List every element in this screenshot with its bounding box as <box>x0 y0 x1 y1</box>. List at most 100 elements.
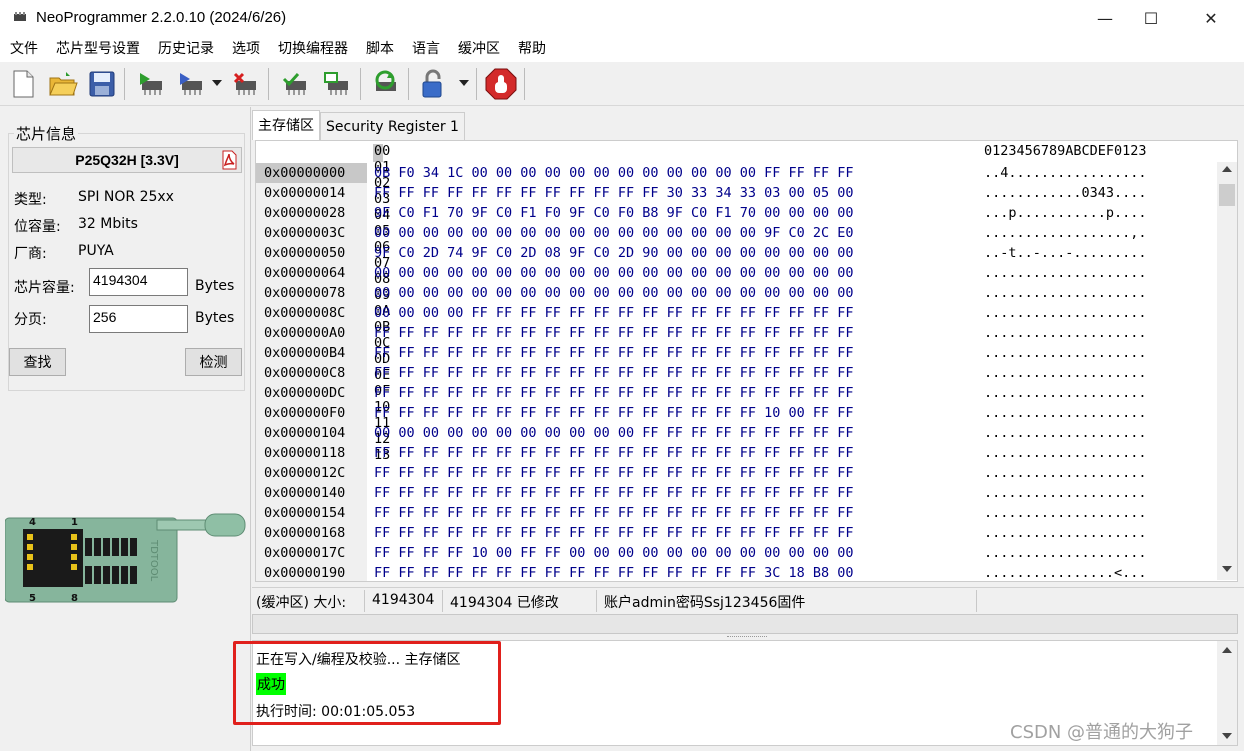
tab-main-memory[interactable]: 主存储区 <box>252 110 320 140</box>
hex-row[interactable]: 0x0000008C 00 00 00 00 FF FF FF FF FF FF … <box>256 303 1216 323</box>
hex-row-ascii[interactable]: ............0343.... <box>984 183 1147 203</box>
chip-size-field[interactable]: 4194304 <box>89 268 188 296</box>
write-chip-icon[interactable] <box>174 67 208 101</box>
hex-row-bytes[interactable]: 9F C0 F1 70 9F C0 F1 F0 9F C0 F0 B8 9F C… <box>374 203 854 223</box>
hex-row-bytes[interactable]: FF FF FF FF FF FF FF FF FF FF FF FF FF F… <box>374 343 854 363</box>
hex-row-ascii[interactable]: .................... <box>984 543 1147 563</box>
hex-row-bytes[interactable]: FF FF FF FF FF FF FF FF FF FF FF FF FF F… <box>374 463 854 483</box>
hex-row-bytes[interactable]: FF FF FF FF FF FF FF FF FF FF FF FF FF F… <box>374 403 854 423</box>
menu-options[interactable]: 选项 <box>223 36 269 62</box>
hex-row-ascii[interactable]: .................... <box>984 383 1147 403</box>
pdf-icon[interactable] <box>220 150 238 170</box>
hex-row-bytes[interactable]: 00 00 00 00 FF FF FF FF FF FF FF FF FF F… <box>374 303 854 323</box>
menu-language[interactable]: 语言 <box>403 36 449 62</box>
find-button[interactable]: 查找 <box>9 348 66 376</box>
scroll-up-icon[interactable] <box>1222 166 1232 172</box>
write-dropdown-icon[interactable] <box>212 80 222 86</box>
hex-row-ascii[interactable]: .................... <box>984 323 1147 343</box>
hex-row[interactable]: 0x0000003C 00 00 00 00 00 00 00 00 00 00 … <box>256 223 1216 243</box>
hex-row[interactable]: 0x000000A0 FF FF FF FF FF FF FF FF FF FF … <box>256 323 1216 343</box>
hex-row-ascii[interactable]: .................... <box>984 523 1147 543</box>
scroll-up-icon[interactable] <box>1222 647 1232 653</box>
menu-file[interactable]: 文件 <box>0 36 47 62</box>
hex-row-bytes[interactable]: 00 00 00 00 00 00 00 00 00 00 00 00 00 0… <box>374 263 854 283</box>
hex-row-bytes[interactable]: FF FF FF FF FF FF FF FF FF FF FF FF FF F… <box>374 503 854 523</box>
erase-chip-icon[interactable] <box>228 67 262 101</box>
hex-row[interactable]: 0x0000017C FF FF FF FF 10 00 FF FF 00 00 … <box>256 543 1216 563</box>
splitter-grip[interactable] <box>727 636 767 639</box>
hex-row-bytes[interactable]: 00 00 00 00 00 00 00 00 00 00 00 FF FF F… <box>374 423 854 443</box>
tab-security-register[interactable]: Security Register 1 <box>320 112 465 140</box>
hex-row-bytes[interactable]: FF FF FF FF FF FF FF FF FF FF FF FF FF F… <box>374 443 854 463</box>
hex-row-ascii[interactable]: .................... <box>984 403 1147 423</box>
hex-row-bytes[interactable]: 0B F0 34 1C 00 00 00 00 00 00 00 00 00 0… <box>374 163 854 183</box>
new-file-icon[interactable] <box>6 67 40 101</box>
hex-row[interactable]: 0x000000C8 FF FF FF FF FF FF FF FF FF FF … <box>256 363 1216 383</box>
hex-row-ascii[interactable]: .................... <box>984 443 1147 463</box>
lock-icon[interactable] <box>416 67 450 101</box>
scroll-thumb[interactable] <box>1219 184 1235 206</box>
hex-row[interactable]: 0x00000104 00 00 00 00 00 00 00 00 00 00 … <box>256 423 1216 443</box>
scroll-down-icon[interactable] <box>1222 566 1232 572</box>
hex-row-bytes[interactable]: FF FF FF FF FF FF FF FF FF FF FF FF 30 3… <box>374 183 854 203</box>
hex-row[interactable]: 0x00000190 FF FF FF FF FF FF FF FF FF FF … <box>256 563 1216 581</box>
maximize-button[interactable]: ☐ <box>1128 0 1174 36</box>
hex-row-ascii[interactable]: .................... <box>984 483 1147 503</box>
hex-row[interactable]: 0x00000154 FF FF FF FF FF FF FF FF FF FF … <box>256 503 1216 523</box>
hex-row-ascii[interactable]: .................... <box>984 503 1147 523</box>
verify-icon[interactable] <box>278 67 312 101</box>
scroll-down-icon[interactable] <box>1222 733 1232 739</box>
hex-row-ascii[interactable]: .................... <box>984 343 1147 363</box>
hex-row-ascii[interactable]: .................... <box>984 423 1147 443</box>
hex-row-bytes[interactable]: FF FF FF FF FF FF FF FF FF FF FF FF FF F… <box>374 323 854 343</box>
hex-row-ascii[interactable]: ..4................. <box>984 163 1147 183</box>
hex-row-bytes[interactable]: 00 00 00 00 00 00 00 00 00 00 00 00 00 0… <box>374 223 854 243</box>
menu-chip-model[interactable]: 芯片型号设置 <box>47 36 149 62</box>
minimize-button[interactable]: — <box>1082 0 1128 36</box>
hex-row[interactable]: 0x000000DC FF FF FF FF FF FF FF FF FF FF … <box>256 383 1216 403</box>
hex-row[interactable]: 0x00000078 00 00 00 00 00 00 00 00 00 00 … <box>256 283 1216 303</box>
hex-row-ascii[interactable]: .................... <box>984 283 1147 303</box>
hex-row[interactable]: 0x00000064 00 00 00 00 00 00 00 00 00 00 … <box>256 263 1216 283</box>
log-scrollbar[interactable] <box>1217 641 1237 745</box>
hex-row[interactable]: 0x00000000 0B F0 34 1C 00 00 00 00 00 00 … <box>256 163 1216 183</box>
hex-scrollbar[interactable] <box>1217 162 1237 580</box>
open-folder-icon[interactable] <box>46 67 80 101</box>
hex-row[interactable]: 0x000000B4 FF FF FF FF FF FF FF FF FF FF … <box>256 343 1216 363</box>
blank-check-icon[interactable] <box>320 67 354 101</box>
hex-row[interactable]: 0x00000118 FF FF FF FF FF FF FF FF FF FF … <box>256 443 1216 463</box>
hex-row-ascii[interactable]: ..-t..-...-......... <box>984 243 1147 263</box>
hex-row-ascii[interactable]: .................... <box>984 363 1147 383</box>
hex-row-ascii[interactable]: .................... <box>984 463 1147 483</box>
detect-button[interactable]: 检测 <box>185 348 242 376</box>
hex-editor[interactable]: 00 01 02 03 04 05 06 07 08 09 0A 0B 0C 0… <box>255 140 1238 582</box>
hex-row-bytes[interactable]: 00 00 00 00 00 00 00 00 00 00 00 00 00 0… <box>374 283 854 303</box>
hex-row[interactable]: 0x00000014 FF FF FF FF FF FF FF FF FF FF … <box>256 183 1216 203</box>
hex-row[interactable]: 0x00000050 9F C0 2D 74 9F C0 2D 08 9F C0 … <box>256 243 1216 263</box>
save-icon[interactable] <box>85 67 119 101</box>
hex-row[interactable]: 0x0000012C FF FF FF FF FF FF FF FF FF FF … <box>256 463 1216 483</box>
close-button[interactable]: ✕ <box>1188 0 1234 36</box>
menu-help[interactable]: 帮助 <box>509 36 555 62</box>
hex-row-ascii[interactable]: ..................,. <box>984 223 1147 243</box>
hex-row-bytes[interactable]: FF FF FF FF FF FF FF FF FF FF FF FF FF F… <box>374 383 854 403</box>
page-size-field[interactable]: 256 <box>89 305 188 333</box>
hex-row[interactable]: 0x00000168 FF FF FF FF FF FF FF FF FF FF … <box>256 523 1216 543</box>
hex-row[interactable]: 0x000000F0 FF FF FF FF FF FF FF FF FF FF … <box>256 403 1216 423</box>
hex-row-bytes[interactable]: FF FF FF FF 10 00 FF FF 00 00 00 00 00 0… <box>374 543 854 563</box>
lock-dropdown-icon[interactable] <box>459 80 469 86</box>
hex-row[interactable]: 0x00000028 9F C0 F1 70 9F C0 F1 F0 9F C0 … <box>256 203 1216 223</box>
menu-buffer[interactable]: 缓冲区 <box>449 36 509 62</box>
hex-row-bytes[interactable]: FF FF FF FF FF FF FF FF FF FF FF FF FF F… <box>374 363 854 383</box>
menu-switch-programmer[interactable]: 切换编程器 <box>269 36 357 62</box>
hex-row-ascii[interactable]: ................<... <box>984 563 1147 581</box>
read-chip-icon[interactable] <box>134 67 168 101</box>
hex-row-bytes[interactable]: FF FF FF FF FF FF FF FF FF FF FF FF FF F… <box>374 523 854 543</box>
stop-icon[interactable] <box>484 67 518 101</box>
menu-history[interactable]: 历史记录 <box>149 36 223 62</box>
hex-row-ascii[interactable]: .................... <box>984 263 1147 283</box>
auto-icon[interactable] <box>368 67 402 101</box>
hex-row-bytes[interactable]: FF FF FF FF FF FF FF FF FF FF FF FF FF F… <box>374 483 854 503</box>
hex-row-ascii[interactable]: .................... <box>984 303 1147 323</box>
hex-row[interactable]: 0x00000140 FF FF FF FF FF FF FF FF FF FF … <box>256 483 1216 503</box>
